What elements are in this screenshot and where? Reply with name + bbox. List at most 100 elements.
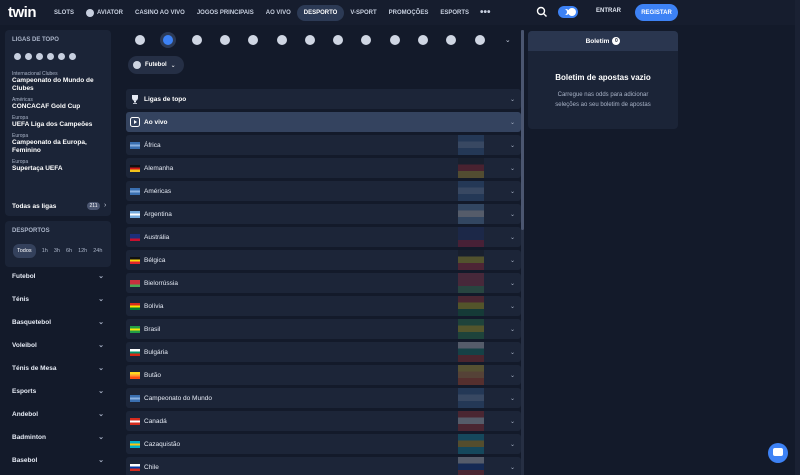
esports-icon[interactable] <box>69 53 76 60</box>
list-row-country[interactable]: Campeonato do Mundo ⌄ <box>126 388 521 408</box>
theme-toggle[interactable] <box>558 6 578 18</box>
list-row-top-leagues[interactable]: Ligas de topo ⌄ <box>126 89 521 109</box>
sport-tab-table-tennis[interactable] <box>267 31 295 49</box>
sport-tab-motorsport[interactable] <box>465 31 493 49</box>
sport-label: Futebol <box>12 273 36 280</box>
row-label: Canadá <box>144 417 167 425</box>
nav-esports[interactable]: ESPORTS <box>434 0 475 25</box>
sidebar-sport-esports[interactable]: Esports ⌄ <box>12 388 104 395</box>
sidebar-sport-basebol[interactable]: Basebol ⌄ <box>12 457 104 464</box>
checkered-flag-icon <box>474 35 485 45</box>
row-label: Ao vivo <box>144 118 168 126</box>
time-filter-24h[interactable]: 24h <box>93 248 102 254</box>
list-row-country[interactable]: Américas ⌄ <box>126 181 521 201</box>
nav-promocoes[interactable]: PROMOÇÕES <box>383 0 435 25</box>
nav-aviator[interactable]: AVIATOR <box>80 0 129 25</box>
sport-tab-basketball[interactable] <box>211 31 239 49</box>
chevron-down-icon: ⌄ <box>509 303 515 310</box>
list-row-country[interactable]: Bielorrússia ⌄ <box>126 273 521 293</box>
sport-tab-compass[interactable] <box>126 31 154 49</box>
world-icon[interactable] <box>14 53 21 60</box>
sport-tab-ice-hockey[interactable] <box>409 31 437 49</box>
list-row-country[interactable]: Bélgica ⌄ <box>126 250 521 270</box>
nav-v-sport[interactable]: V-SPORT <box>344 0 382 25</box>
list-row-country[interactable]: Cazaquistão ⌄ <box>126 434 521 454</box>
sidebar-sport-tenis-de-mesa[interactable]: Ténis de Mesa ⌄ <box>12 365 104 372</box>
chat-support-button[interactable] <box>768 443 788 463</box>
league-item[interactable]: Europa Campeonato da Europa, Feminino <box>5 133 111 155</box>
flag-watermark <box>458 135 484 155</box>
chevron-down-icon: ⌄ <box>98 457 104 464</box>
sport-tab-baseball[interactable] <box>381 31 409 49</box>
chevron-right-icon[interactable]: › <box>104 202 106 209</box>
nav-casino-ao-vivo[interactable]: CASINO AO VIVO <box>129 0 191 25</box>
tennis-icon[interactable] <box>36 53 43 60</box>
nav-desporto[interactable]: DESPORTO <box>296 4 345 21</box>
football-icon[interactable] <box>25 53 32 60</box>
league-item[interactable]: Américas CONCACAF Gold Cup <box>5 97 111 111</box>
sport-tab-football[interactable] <box>154 31 182 49</box>
more-menu-button[interactable]: ••• <box>475 0 496 25</box>
sidebar-sport-tenis[interactable]: Ténis ⌄ <box>12 296 104 303</box>
top-navigation: twin SLOTS AVIATOR CASINO AO VIVO JOGOS … <box>0 0 800 25</box>
row-label: Bélgica <box>144 256 166 264</box>
basketball-icon[interactable] <box>47 53 54 60</box>
sport-tab-tennis[interactable] <box>183 31 211 49</box>
list-row-country[interactable]: Canadá ⌄ <box>126 411 521 431</box>
country-flag-icon <box>130 394 140 402</box>
sports-title: DESPORTOS <box>12 228 50 234</box>
nav-label: JOGOS PRINCIPAIS <box>196 9 254 16</box>
list-row-country[interactable]: África ⌄ <box>126 135 521 155</box>
nav-slots[interactable]: SLOTS <box>48 0 80 25</box>
time-filter-1h[interactable]: 1h <box>42 248 48 254</box>
league-item[interactable]: Europa UEFA Liga dos Campeões <box>5 115 111 129</box>
list-row-country[interactable]: Alemanha ⌄ <box>126 158 521 178</box>
login-button[interactable]: ENTRAR <box>596 8 621 14</box>
nav-label: SLOTS <box>54 9 75 16</box>
chevron-down-icon: ⌄ <box>509 418 515 425</box>
league-item[interactable]: Internacional Clubes Campeonato do Mundo… <box>5 71 111 93</box>
list-scrollbar[interactable] <box>521 30 524 475</box>
chevron-down-icon: ⌄ <box>509 326 515 333</box>
sidebar-sport-voleibol[interactable]: Voleibol ⌄ <box>12 342 104 349</box>
sport-tab-cycling[interactable] <box>437 31 465 49</box>
shuttlecock-icon <box>361 35 372 45</box>
time-filter-6h[interactable]: 6h <box>66 248 72 254</box>
sport-selector-label: Futebol <box>145 62 167 68</box>
list-row-country[interactable]: Brasil ⌄ <box>126 319 521 339</box>
time-filter-12h[interactable]: 12h <box>78 248 87 254</box>
list-row-country[interactable]: Bulgária ⌄ <box>126 342 521 362</box>
sidebar-sport-andebol[interactable]: Andebol ⌄ <box>12 411 104 418</box>
list-row-live[interactable]: Ao vivo ⌄ <box>126 112 521 132</box>
list-row-country[interactable]: Austrália ⌄ <box>126 227 521 247</box>
sidebar-sport-badminton[interactable]: Badminton ⌄ <box>12 434 104 441</box>
all-leagues-link[interactable]: Todas as ligas <box>12 203 56 210</box>
logo[interactable]: twin <box>8 4 37 21</box>
sport-tab-badminton[interactable] <box>352 31 380 49</box>
betslip-panel: Boletim 0 Boletim de apostas vazio Carre… <box>528 31 678 129</box>
register-button[interactable]: REGISTAR <box>635 4 678 21</box>
time-filter-all[interactable]: Todos <box>13 244 36 258</box>
scrollbar-thumb[interactable] <box>521 30 524 230</box>
sport-strip-expand[interactable]: ⌄ <box>494 31 522 49</box>
nav-ao-vivo[interactable]: AO VIVO <box>260 0 297 25</box>
sport-selector-dropdown[interactable]: Futebol ⌄ <box>128 56 184 74</box>
betslip-tab[interactable]: Boletim 0 <box>528 31 678 51</box>
sidebar-sport-basquetebol[interactable]: Basquetebol ⌄ <box>12 319 104 326</box>
page-scrollbar[interactable] <box>795 0 800 475</box>
chevron-down-icon: ⌄ <box>98 273 104 280</box>
volleyball-icon[interactable] <box>58 53 65 60</box>
sidebar-sport-futebol[interactable]: Futebol ⌄ <box>12 273 104 280</box>
nav-jogos-principais[interactable]: JOGOS PRINCIPAIS <box>191 0 260 25</box>
all-leagues-count-badge: 211 <box>87 202 100 210</box>
search-icon[interactable] <box>536 6 548 18</box>
sport-tab-esports[interactable] <box>296 31 324 49</box>
list-row-country[interactable]: Bolívia ⌄ <box>126 296 521 316</box>
list-row-country[interactable]: Argentina ⌄ <box>126 204 521 224</box>
league-item[interactable]: Europa Supertaça UEFA <box>5 159 111 173</box>
list-row-country[interactable]: Chile ⌄ <box>126 457 521 475</box>
list-row-country[interactable]: Butão ⌄ <box>126 365 521 385</box>
time-filter-3h[interactable]: 3h <box>54 248 60 254</box>
sport-tab-handball[interactable] <box>324 31 352 49</box>
sport-tab-volleyball[interactable] <box>239 31 267 49</box>
